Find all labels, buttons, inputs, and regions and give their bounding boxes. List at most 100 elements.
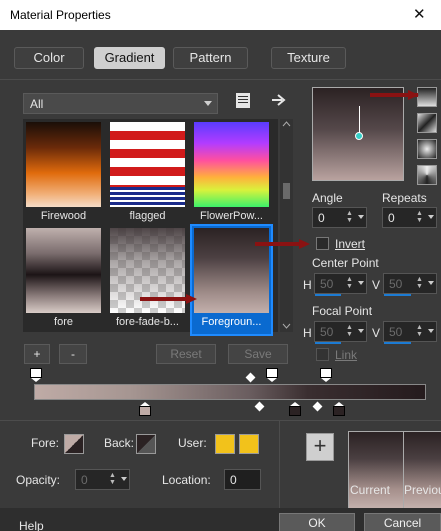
chevron-down-icon[interactable] [428,329,434,333]
gradient-swatch [194,122,269,207]
spinner-icon[interactable]: ▲ ▼ [416,210,424,225]
chevron-down-icon[interactable] [428,215,434,219]
scrollbar-thumb[interactable] [283,183,290,199]
gradient-midpoint-marker[interactable] [245,372,256,383]
gradient-midpoint-marker[interactable] [312,401,323,412]
link-label: Link [335,348,358,362]
location-input[interactable]: 0 [224,469,261,490]
angle-input[interactable]: 0 ▲ ▼ [312,207,367,228]
arrow-right-icon[interactable] [271,93,287,107]
gradient-item-label: Foregroun... [201,316,262,328]
help-link[interactable]: Help [19,519,44,531]
tab-color[interactable]: Color [14,47,84,69]
center-v-value: 50 [389,277,403,291]
gradient-item-fore[interactable]: fore [24,226,103,334]
reset-button[interactable]: Reset [156,344,216,364]
gradient-item-label: Firewood [40,210,87,222]
focal-v-value: 50 [389,325,403,339]
chevron-down-icon[interactable] [428,281,434,285]
gradient-stop-top[interactable] [30,368,42,382]
repeats-input[interactable]: 0 ▲ ▼ [382,207,437,228]
gradient-item-flowerpow[interactable]: FlowerPow... [192,120,271,228]
gradient-stop-bottom[interactable] [289,402,301,416]
spinner-icon[interactable]: ▲ ▼ [346,276,354,291]
category-select[interactable]: All [23,93,218,114]
spinner-icon[interactable]: ▲ ▼ [416,276,424,291]
gradient-editor-bar[interactable] [34,384,426,400]
tab-gradient[interactable]: Gradient [94,47,165,69]
gradient-preview[interactable] [312,87,404,181]
location-value: 0 [230,473,237,487]
chevron-down-icon[interactable] [358,329,364,333]
annotation-arrow-icon [140,294,197,304]
add-swatch-button[interactable]: + [306,433,334,461]
angle-label: Angle [312,191,343,205]
sunburst-style-button[interactable] [417,165,437,185]
focal-v-slider[interactable] [384,342,411,344]
chevron-down-icon[interactable] [358,215,364,219]
resource-list-icon[interactable] [236,93,250,108]
scroll-down-icon[interactable] [282,323,291,329]
tab-texture[interactable]: Texture [271,47,346,69]
center-h-value: 50 [320,277,334,291]
center-v-label: V [372,278,381,292]
gradient-stop-bottom[interactable] [333,402,345,416]
spinner-icon[interactable]: ▲ ▼ [346,324,354,339]
spinner-icon[interactable]: ▲ ▼ [416,324,424,339]
radial-style-button[interactable] [417,139,437,159]
tab-pattern[interactable]: Pattern [173,47,248,69]
chevron-down-icon[interactable] [358,281,364,285]
cancel-button[interactable]: Cancel [364,513,441,531]
back-swatch[interactable] [136,434,156,454]
close-icon[interactable]: ✕ [413,5,426,23]
spinner-icon[interactable]: ▲ ▼ [346,210,354,225]
annotation-arrow-icon [370,90,419,100]
previous-label: Previous [404,483,441,497]
chevron-down-icon[interactable] [121,477,127,481]
rectangular-style-button[interactable] [417,113,437,133]
remove-gradient-button[interactable]: - [59,344,87,364]
add-gradient-button[interactable]: + [24,344,50,364]
gradient-item-label: flagged [129,210,166,222]
center-v-input[interactable]: 50 ▲ ▼ [383,273,437,296]
opacity-label: Opacity: [16,473,61,487]
gradient-stop-top[interactable] [320,368,332,382]
focal-h-label: H [303,326,312,340]
back-label: Back: [104,436,135,450]
chevron-down-icon [204,101,212,106]
focal-h-input[interactable]: 50 ▲ ▼ [314,321,367,344]
focal-v-label: V [372,326,381,340]
gallery-scrollbar[interactable] [280,119,293,332]
save-button[interactable]: Save [228,344,288,364]
focal-v-input[interactable]: 50 ▲ ▼ [383,321,437,344]
center-h-input[interactable]: 50 ▲ ▼ [314,273,367,296]
focal-h-slider[interactable] [315,342,341,344]
user-swatch[interactable] [215,434,235,454]
gradient-midpoint-marker[interactable] [254,401,265,412]
fore-swatch[interactable] [64,434,84,454]
center-point-label: Center Point [312,256,379,270]
opacity-value: 0 [81,473,88,487]
center-v-slider[interactable] [384,294,411,296]
gradient-item-flagged[interactable]: flagged [108,120,187,228]
linear-style-button[interactable] [417,87,437,107]
fore-label: Fore: [31,436,60,450]
current-label: Current [350,483,391,497]
focal-point-label: Focal Point [312,304,373,318]
opacity-input[interactable]: 0 ▲ ▼ [75,469,130,490]
scroll-up-icon[interactable] [282,121,291,127]
ok-button[interactable]: OK [279,513,355,531]
angle-value: 0 [318,211,325,225]
repeats-value: 0 [388,211,395,225]
spinner-icon[interactable]: ▲ ▼ [109,472,117,487]
gradient-item-fore-fade[interactable]: fore-fade-b... [108,226,187,334]
link-checkbox[interactable] [316,348,329,361]
user-swatch-alt[interactable] [239,434,259,454]
gradient-item-firewood[interactable]: Firewood [24,120,103,228]
previous-swatch[interactable] [403,431,441,509]
center-h-slider[interactable] [315,294,341,296]
gradient-swatch [26,122,101,207]
gradient-stop-bottom[interactable] [139,402,151,416]
invert-checkbox[interactable] [316,237,329,250]
gradient-stop-top[interactable] [266,368,278,382]
